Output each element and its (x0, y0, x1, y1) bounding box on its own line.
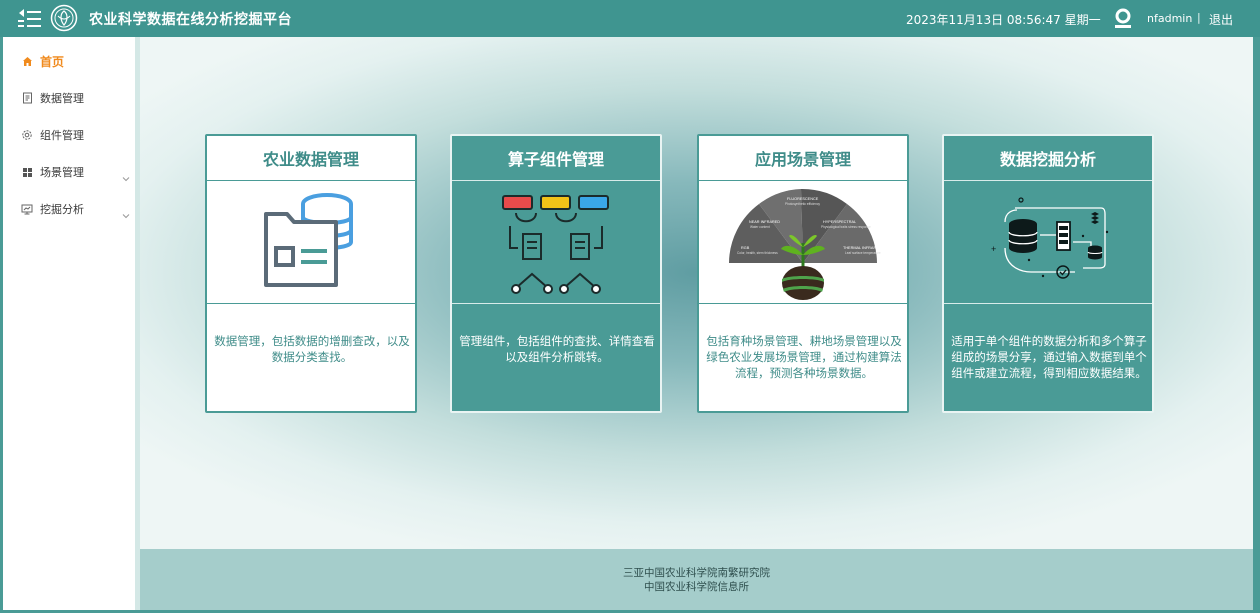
user-avatar-icon[interactable] (1113, 8, 1133, 30)
card-title: 算子组件管理 (507, 150, 604, 169)
card-divider (452, 303, 660, 304)
gear-icon (21, 129, 33, 141)
username[interactable]: nfadmin (1147, 12, 1192, 25)
segment-label: NEAR INFRARED (749, 220, 780, 224)
sidebar-item-home[interactable]: 首页 (3, 46, 135, 76)
card-scene-management[interactable]: 应用场景管理 NEAR INFRARED Water content FLUOR… (697, 134, 909, 413)
top-bar: 农业科学数据在线分析挖掘平台 2023年11月13日 08:56:47 星期一 … (0, 0, 1260, 37)
card-divider (944, 303, 1152, 304)
database-folder-icon (207, 181, 415, 303)
chevron-down-icon (122, 205, 130, 219)
app-title: 农业科学数据在线分析挖掘平台 (89, 12, 292, 28)
sidebar-item-scene-management[interactable]: 场景管理 (3, 157, 135, 187)
grid-icon (21, 166, 33, 178)
card-divider (207, 303, 415, 304)
card-divider (699, 303, 907, 304)
segment-note: Leaf surface temperature (845, 251, 881, 255)
segment-label: FLUORESCENCE (787, 197, 819, 201)
card-title: 农业数据管理 (262, 150, 359, 169)
card-data-management[interactable]: 农业数据管理 数据管理，包括数据的增删查改，以及数据分类查找。 (205, 134, 417, 413)
document-icon (21, 92, 33, 104)
segment-label: THERMAL INFRARED (843, 246, 882, 250)
segment-note: Photosynthetic efficiency (785, 202, 820, 206)
segment-note: Color, health, stem thickness (737, 251, 778, 255)
home-icon (21, 55, 33, 67)
segment-note: Water content (750, 225, 770, 229)
institute-logo-icon (50, 4, 78, 32)
sidebar-item-label: 场景管理 (40, 166, 84, 179)
card-description: 数据管理，包括数据的增删查改，以及数据分类查找。 (214, 334, 410, 364)
card-description: 管理组件，包括组件的查找、详情查看以及组件分析跳转。 (459, 334, 655, 364)
card-component-management[interactable]: 算子组件管理 管理组件，包括组件的查找、详情查看以及组件分析跳转。 (450, 134, 662, 413)
logout-link[interactable]: 退出 (1209, 11, 1233, 28)
sidebar-item-label: 数据管理 (40, 92, 84, 105)
menu-collapse-icon[interactable] (17, 8, 43, 28)
footer-line-1: 三亚中国农业科学院南繁研究院 (623, 566, 770, 579)
operator-flow-icon (452, 181, 660, 303)
footer-line-2: 中国农业科学院信息所 (644, 580, 749, 593)
datetime-display: 2023年11月13日 08:56:47 星期一 (906, 13, 1101, 27)
sidebar-item-label: 组件管理 (40, 129, 84, 142)
sidebar-item-mining-analysis[interactable]: 挖掘分析 (3, 194, 135, 224)
sidebar-item-label: 首页 (40, 54, 65, 69)
sidebar: 首页 数据管理 组件管理 场景管理 挖掘分析 (3, 37, 135, 610)
header-separator: | (1197, 11, 1201, 24)
card-description: 包括育种场景管理、耕地场景管理以及绿色农业发展场景管理，通过构建算法流程，预测各… (706, 334, 902, 380)
svg-text:+: + (991, 244, 996, 254)
segment-label: RGB (741, 246, 750, 250)
footer: 三亚中国农业科学院南繁研究院 中国农业科学院信息所 (140, 549, 1253, 610)
card-description: 适用于单个组件的数据分析和多个算子组成的场景分享，通过输入数据到单个组件或建立流… (951, 334, 1147, 380)
segment-note: Physiological traits stress response (821, 225, 871, 229)
plant-sensor-image: NEAR INFRARED Water content FLUORESCENCE… (699, 181, 907, 303)
card-mining-analysis[interactable]: 数据挖掘分析 + 适用于单个组件的数据分析和多个算子组成的场景分享，通过输入数据… (942, 134, 1154, 413)
data-analysis-icon: + (944, 181, 1152, 303)
segment-label: HYPERSPECTRAL (823, 220, 856, 224)
chevron-down-icon (122, 168, 130, 182)
sidebar-item-data-management[interactable]: 数据管理 (3, 83, 135, 113)
card-title: 应用场景管理 (754, 150, 851, 169)
chart-icon (21, 203, 33, 215)
sidebar-item-component-management[interactable]: 组件管理 (3, 120, 135, 150)
sidebar-item-label: 挖掘分析 (40, 203, 84, 216)
card-title: 数据挖掘分析 (999, 150, 1096, 169)
